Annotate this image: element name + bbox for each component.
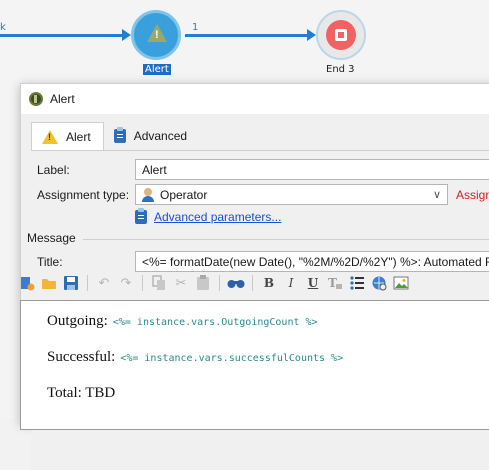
message-title-caption: Title: xyxy=(37,254,63,269)
message-group-title: Message xyxy=(27,231,76,245)
tab-advanced[interactable]: Advanced xyxy=(104,122,199,150)
dialog-title: Alert xyxy=(50,92,75,106)
warning-icon: ! xyxy=(42,129,58,144)
open-folder-icon[interactable] xyxy=(38,273,60,293)
editor-line-outgoing: Outgoing: <%= instance.vars.OutgoingCoun… xyxy=(47,313,489,339)
label-row: Label: Alert xyxy=(37,159,489,180)
tab-bar: ! Alert Advanced xyxy=(31,122,199,150)
editor-toolbar: ↶ ↷ ✂ B I U T xyxy=(16,271,489,295)
message-title-value: <%= formatDate(new Date(), "%2M/%2D/%2Y"… xyxy=(142,254,489,269)
incoming-arrow-head xyxy=(122,29,131,41)
outgoing-expression: <%= instance.vars.OutgoingCount %> xyxy=(112,317,318,328)
copy-icon[interactable] xyxy=(148,273,170,293)
outgoing-text: Outgoing: xyxy=(47,313,108,329)
assignment-type-value: Operator xyxy=(160,187,208,202)
italic-icon[interactable]: I xyxy=(280,273,302,293)
message-body-editor[interactable]: Outgoing: <%= instance.vars.OutgoingCoun… xyxy=(20,300,489,430)
message-title-row: Title: <%= formatDate(new Date(), "%2M/%… xyxy=(37,251,489,272)
svg-text:T: T xyxy=(328,276,337,290)
assignment-row: Assignment type: Operator ∨ xyxy=(37,184,448,205)
save-icon[interactable] xyxy=(60,273,82,293)
alert-activity-node[interactable]: ! xyxy=(131,10,181,60)
tab-alert[interactable]: ! Alert xyxy=(31,122,104,150)
redo-icon[interactable]: ↷ xyxy=(115,273,137,293)
image-icon[interactable] xyxy=(390,273,412,293)
find-icon[interactable] xyxy=(225,273,247,293)
exclamation-mark: ! xyxy=(155,29,159,41)
toolbar-separator xyxy=(219,275,220,291)
transition-alert-to-end[interactable] xyxy=(185,34,309,37)
undo-icon[interactable]: ↶ xyxy=(93,273,115,293)
total-text: Total: TBD xyxy=(47,385,116,401)
toolbar-separator xyxy=(87,275,88,291)
end-node-caption: End 3 xyxy=(326,64,355,75)
label-input[interactable]: Alert xyxy=(135,159,489,180)
label-input-value: Alert xyxy=(142,162,167,177)
insert-icon[interactable] xyxy=(16,273,38,293)
successful-text: Successful: xyxy=(47,349,116,365)
label-caption: Label: xyxy=(37,162,70,177)
toolbar-separator xyxy=(252,275,253,291)
activity-icon xyxy=(29,92,43,106)
stop-square xyxy=(335,29,347,41)
clipboard-icon xyxy=(113,127,126,143)
underline-icon[interactable]: U xyxy=(302,273,324,293)
operator-icon xyxy=(142,187,154,202)
advanced-params-row: Advanced parameters... xyxy=(135,208,281,224)
message-group-divider xyxy=(83,239,489,240)
paste-icon[interactable] xyxy=(192,273,214,293)
editor-line-successful: Successful: <%= instance.vars.successful… xyxy=(47,349,489,375)
toolbar-separator xyxy=(142,275,143,291)
editor-line-total: Total: TBD xyxy=(47,385,489,411)
assignment-type-select[interactable]: Operator ∨ xyxy=(135,184,448,205)
incoming-transition-label: k xyxy=(0,22,6,33)
link-icon[interactable] xyxy=(368,273,390,293)
assignment-caption: Assignment type: xyxy=(37,187,130,202)
clear-format-icon[interactable]: T xyxy=(324,273,346,293)
transition-label: 1 xyxy=(192,22,199,33)
successful-expression: <%= instance.vars.successfulCounts %> xyxy=(120,353,344,364)
tab-advanced-label: Advanced xyxy=(133,129,188,143)
end-activity-node[interactable] xyxy=(316,10,366,60)
transition-arrow-head xyxy=(307,29,316,41)
clipboard-icon xyxy=(135,208,147,224)
tab-alert-label: Alert xyxy=(66,129,91,144)
alert-node-caption: Alert xyxy=(143,64,171,75)
bold-icon[interactable]: B xyxy=(258,273,280,293)
cut-icon[interactable]: ✂ xyxy=(170,273,192,293)
chevron-down-icon[interactable]: ∨ xyxy=(433,188,441,201)
dialog-titlebar[interactable]: Alert xyxy=(21,84,489,114)
message-title-input[interactable]: <%= formatDate(new Date(), "%2M/%2D/%2Y"… xyxy=(135,251,489,272)
stop-icon xyxy=(326,20,356,50)
incoming-transition[interactable] xyxy=(0,34,124,37)
list-icon[interactable] xyxy=(346,273,368,293)
assignment-required-label: Assign xyxy=(456,188,489,202)
advanced-parameters-link[interactable]: Advanced parameters... xyxy=(154,210,281,224)
